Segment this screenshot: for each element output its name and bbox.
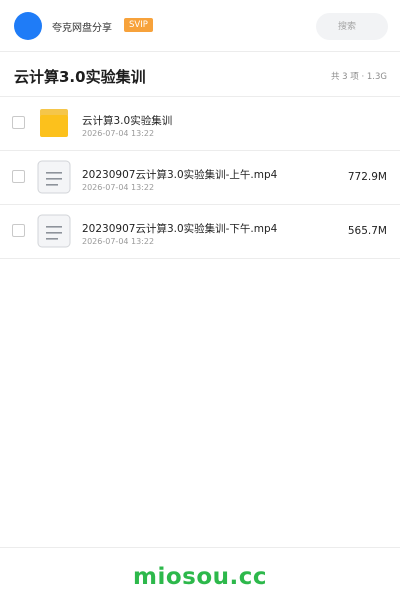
file-name[interactable]: 云计算3.0实验集训 bbox=[82, 113, 172, 128]
search-input[interactable] bbox=[316, 13, 388, 40]
folder-header: 云计算3.0实验集训 共 3 项 · 1.3G bbox=[0, 52, 400, 97]
document-icon bbox=[37, 214, 71, 248]
sharer-name: 夸克网盘分享 bbox=[52, 23, 112, 34]
file-row-video-am[interactable]: 20230907云计算3.0实验集训-上午.mp4 2026-07-04 13:… bbox=[0, 151, 400, 205]
file-date: 2026-07-04 13:22 bbox=[82, 129, 155, 138]
svip-badge: SVIP bbox=[124, 18, 153, 32]
file-date: 2026-07-04 13:22 bbox=[82, 183, 155, 192]
file-size: 772.9M bbox=[347, 171, 387, 183]
avatar[interactable] bbox=[14, 12, 42, 40]
top-bar: 夸克网盘分享 SVIP bbox=[0, 0, 400, 52]
file-name[interactable]: 20230907云计算3.0实验集训-下午.mp4 bbox=[82, 221, 277, 236]
document-icon bbox=[37, 160, 71, 194]
folder-summary: 共 3 项 · 1.3G bbox=[330, 72, 387, 82]
file-row-video-pm[interactable]: 20230907云计算3.0实验集训-下午.mp4 2026-07-04 13:… bbox=[0, 205, 400, 259]
page-title: 云计算3.0实验集训 bbox=[14, 68, 146, 86]
file-name[interactable]: 20230907云计算3.0实验集训-上午.mp4 bbox=[82, 167, 277, 182]
site-watermark: miosou.cc bbox=[132, 564, 268, 590]
row-checkbox[interactable] bbox=[12, 224, 25, 237]
file-row-folder[interactable]: 云计算3.0实验集训 2026-07-04 13:22 bbox=[0, 97, 400, 151]
file-size: 565.7M bbox=[347, 225, 387, 237]
row-checkbox[interactable] bbox=[12, 170, 25, 183]
row-checkbox[interactable] bbox=[12, 116, 25, 129]
footer: miosou.cc bbox=[0, 547, 400, 600]
folder-icon bbox=[37, 107, 71, 141]
file-date: 2026-07-04 13:22 bbox=[82, 237, 155, 246]
